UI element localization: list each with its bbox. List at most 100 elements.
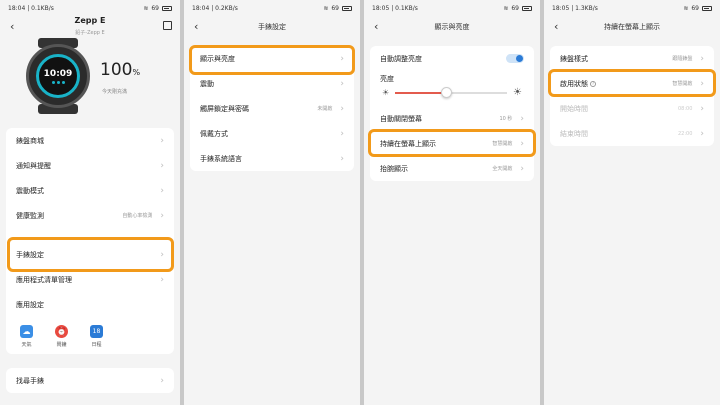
list-item-auto-screen-off[interactable]: 自動關閉螢幕 10 秒 › [370, 106, 534, 131]
list-item-auto-brightness: 自動調整亮度 [370, 46, 534, 71]
chevron-right-icon: › [700, 128, 704, 139]
chevron-right-icon: › [700, 53, 704, 64]
chevron-right-icon: › [700, 103, 704, 114]
nav-bar: ‹ 顯示與亮度 [364, 16, 540, 38]
sun-low-icon: ☀ [382, 88, 390, 97]
status-speed: 0.2KB/s [215, 4, 238, 12]
battery-text: 69 [691, 4, 699, 12]
brightness-card: 自動調整亮度 亮度 ☀ ☀ 自動關閉螢幕 10 秒 › 持續在螢幕上顯示 智慧開啟 › … [370, 46, 534, 181]
chevron-right-icon: › [160, 185, 164, 196]
list-item-enable-status[interactable]: 啟用狀態? 智慧開啟 › [550, 71, 714, 96]
chevron-right-icon: › [340, 128, 344, 139]
list-item-watch-settings[interactable]: 手錶設定 › [6, 242, 174, 267]
status-time: 18:04 [192, 4, 210, 12]
page-title: 顯示與亮度 [434, 23, 470, 31]
screen-always-on-display: 18:05 | 1.3KB/s ≋ 69 ‹ 持續在螢幕上顯示 錶盤樣式 跟隨錶盤 ›… [544, 0, 720, 405]
device-name: Zepp E [74, 16, 106, 25]
list-item-display-brightness[interactable]: 顯示與亮度 › [190, 46, 354, 71]
aod-settings-list: 錶盤樣式 跟隨錶盤 › 啟用狀態? 智慧開啟 › 開始時間 08:00 › 結束時間 22:0… [550, 46, 714, 146]
settings-list: 顯示與亮度 › 震動 › 觸屏鎖定與密碼 未開啟 › 佩戴方式 › 手錶系統語言 › [190, 46, 354, 171]
status-speed: 0.1KB/s [31, 4, 54, 12]
battery-icon [342, 5, 352, 11]
screen-watch-settings: 18:04 | 0.2KB/s ≋ 69 ‹ 手錶設定 顯示與亮度 › 震動 › 觸屏… [184, 0, 360, 405]
sun-high-icon: ☀ [513, 87, 522, 98]
battery-icon [162, 5, 172, 11]
list-item-vibration[interactable]: 震動 › [190, 71, 354, 96]
chevron-right-icon: › [160, 160, 164, 171]
wifi-icon: ≋ [323, 4, 329, 12]
chevron-right-icon: › [160, 210, 164, 221]
chevron-right-icon: › [340, 78, 344, 89]
cloud-icon: ☁ [20, 325, 33, 338]
battery-label: 今天剛充滿 [102, 89, 128, 95]
page-title: 手錶設定 [258, 23, 286, 31]
device-subtitle: 鉛子-Zepp E [75, 30, 105, 36]
list-item-screen-lock[interactable]: 觸屏鎖定與密碼 未開啟 › [190, 96, 354, 121]
status-time: 18:05 [552, 4, 570, 12]
auto-brightness-toggle[interactable] [506, 54, 524, 63]
chevron-right-icon: › [160, 375, 164, 386]
list-item-end-time: 結束時間 22:00 › [560, 128, 704, 139]
battery-percentage: 100% [100, 60, 141, 80]
back-arrow-icon[interactable]: ‹ [194, 20, 198, 33]
list-item-health-monitoring[interactable]: 健康監測 自動心率檢測 › [6, 203, 174, 228]
chevron-right-icon: › [520, 163, 524, 174]
chevron-right-icon: › [520, 113, 524, 124]
status-bar: 18:04 | 0.2KB/s ≋ 69 [184, 0, 360, 16]
shortcut-alarm[interactable]: ⏰ 鬧鐘 [55, 325, 68, 348]
battery-icon [702, 5, 712, 11]
status-time: 18:04 [8, 4, 26, 12]
watch-face-time: 10:09 [43, 68, 73, 79]
app-shortcuts: ☁ 天氣 ⏰ 鬧鐘 18 日程 [6, 317, 174, 354]
chevron-right-icon: › [160, 135, 164, 146]
list-item-app-list[interactable]: 應用程式清單管理 › [6, 267, 174, 292]
wifi-icon: ≋ [683, 4, 689, 12]
wifi-icon: ≋ [503, 4, 509, 12]
chevron-right-icon: › [340, 103, 344, 114]
status-time: 18:05 [372, 4, 390, 12]
watch-image: 10:09 [26, 44, 90, 108]
screen-display-brightness: 18:05 | 0.1KB/s ≋ 69 ‹ 顯示與亮度 自動調整亮度 亮度 ☀ … [364, 0, 540, 405]
brightness-slider-row: ☀ ☀ [370, 86, 534, 106]
status-speed: 0.1KB/s [395, 4, 418, 12]
back-arrow-icon[interactable]: ‹ [554, 20, 558, 33]
chevron-right-icon: › [700, 78, 704, 89]
brightness-label-row: 亮度 [380, 75, 394, 83]
list-item-always-on-display[interactable]: 持續在螢幕上顯示 智慧開啟 › [370, 131, 534, 156]
nav-bar: ‹ 手錶設定 [184, 16, 360, 38]
battery-icon [522, 5, 532, 11]
list-item-watch-face-style[interactable]: 錶盤樣式 跟隨錶盤 › [550, 46, 714, 71]
brightness-slider-fill [395, 91, 446, 94]
brightness-slider-knob[interactable] [440, 86, 452, 98]
chevron-right-icon: › [340, 53, 344, 64]
list-item-find-watch[interactable]: 找尋手錶 › [6, 368, 174, 393]
settings-list: 錶盤商城 › 通知與提醒 › 震動模式 › 健康監測 自動心率檢測 › 手錶設定 › 應用程… [6, 128, 174, 354]
shortcut-weather[interactable]: ☁ 天氣 [20, 325, 33, 348]
status-bar: 18:05 | 0.1KB/s ≋ 69 [364, 0, 540, 16]
chevron-right-icon: › [160, 274, 164, 285]
calendar-icon: 18 [90, 325, 103, 338]
list-item-vibration-mode[interactable]: 震動模式 › [6, 178, 174, 203]
status-bar: 18:05 | 1.3KB/s ≋ 69 [544, 0, 720, 16]
find-watch-card: 找尋手錶 › [6, 368, 174, 393]
page-title: 持續在螢幕上顯示 [604, 23, 660, 31]
list-item-wearing-mode[interactable]: 佩戴方式 › [190, 121, 354, 146]
alarm-clock-icon: ⏰ [55, 325, 68, 338]
chevron-right-icon: › [340, 153, 344, 164]
brightness-slider[interactable] [395, 86, 508, 98]
list-item-raise-to-wake[interactable]: 抬腕顯示 全天開啟 › [370, 156, 534, 181]
list-item-system-language[interactable]: 手錶系統語言 › [190, 146, 354, 171]
chevron-right-icon: › [520, 138, 524, 149]
nav-bar: ‹ 持續在螢幕上顯示 [544, 16, 720, 38]
info-icon[interactable]: ? [590, 80, 596, 87]
battery-text: 69 [511, 4, 519, 12]
status-speed: 1.3KB/s [575, 4, 598, 12]
list-item-watch-face-store[interactable]: 錶盤商城 › [6, 128, 174, 153]
battery-text: 69 [331, 4, 339, 12]
back-arrow-icon[interactable]: ‹ [374, 20, 378, 33]
list-item-start-time: 開始時間 08:00 › [560, 103, 704, 114]
list-item-notifications[interactable]: 通知與提醒 › [6, 153, 174, 178]
list-item-app-settings[interactable]: 應用設定 [6, 292, 174, 317]
wifi-icon: ≋ [143, 4, 149, 12]
shortcut-calendar[interactable]: 18 日程 [90, 325, 103, 348]
